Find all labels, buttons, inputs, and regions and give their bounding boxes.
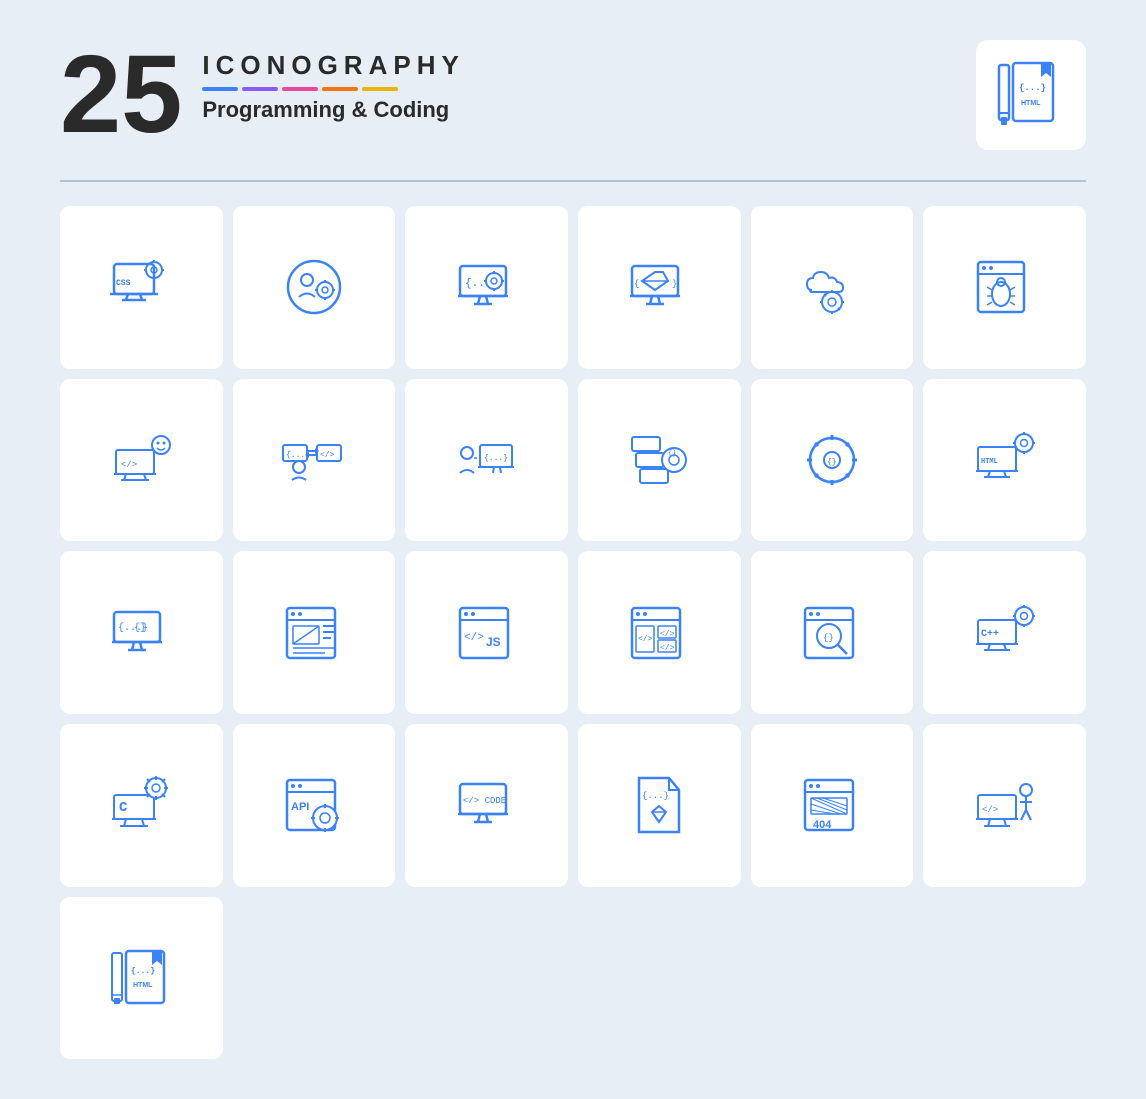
- iconography-label: ICONOGRAPHY: [202, 50, 464, 81]
- svg-text:{}: {}: [668, 450, 676, 458]
- svg-text:JS: JS: [486, 635, 501, 649]
- svg-text:}: }: [672, 279, 677, 289]
- svg-text:</>: </>: [464, 632, 484, 644]
- icon-code-share: {...} </>: [233, 379, 396, 542]
- color-bar-pink: [282, 87, 318, 91]
- svg-text:C: C: [119, 800, 128, 816]
- header-left: 25 ICONOGRAPHY Programming & Coding: [60, 40, 465, 150]
- color-bar-orange: [322, 87, 358, 91]
- icon-api-settings: API: [233, 724, 396, 887]
- svg-text:</>: </>: [660, 644, 675, 653]
- icon-code-layout: </> </> </>: [578, 551, 741, 714]
- svg-text:</> CODE: </> CODE: [463, 796, 506, 806]
- icon-search-code: {}: [751, 551, 914, 714]
- svg-text:{...}: {...}: [1019, 83, 1046, 93]
- icon-html-file: {...} HTML: [60, 897, 223, 1060]
- svg-text:{...}: {...}: [642, 791, 669, 801]
- icon-user-code-desk: </>: [923, 724, 1086, 887]
- svg-text:{}: {}: [134, 622, 146, 634]
- icon-bug-browser: [923, 206, 1086, 369]
- color-bar-blue: [202, 87, 238, 91]
- page-subtitle: Programming & Coding: [202, 97, 464, 123]
- svg-text:{: {: [634, 279, 639, 289]
- icon-diamond-file: {...}: [578, 724, 741, 887]
- icon-diamond-monitor: { }: [578, 206, 741, 369]
- svg-text:C++: C++: [981, 629, 999, 640]
- icon-parallel-settings: {}: [578, 379, 741, 542]
- color-bar-purple: [242, 87, 278, 91]
- color-bars: [202, 87, 464, 91]
- icon-remote-work: {...}: [405, 379, 568, 542]
- page-header: 25 ICONOGRAPHY Programming & Coding {...…: [60, 40, 1086, 150]
- svg-text:</>: </>: [121, 460, 137, 470]
- icon-html-settings: HTML: [923, 379, 1086, 542]
- icon-browser-design: [233, 551, 396, 714]
- svg-text:HTML: HTML: [133, 982, 153, 989]
- color-bar-yellow: [362, 87, 398, 91]
- icon-c-laptop: C: [60, 724, 223, 887]
- svg-text:</>: </>: [982, 805, 998, 815]
- icon-404-browser: 404: [751, 724, 914, 887]
- svg-text:404: 404: [813, 819, 832, 831]
- icon-css-settings: CSS: [60, 206, 223, 369]
- svg-text:CSS: CSS: [116, 279, 131, 288]
- title-block: ICONOGRAPHY Programming & Coding: [202, 40, 464, 123]
- html-file-icon-header: {...} HTML: [976, 40, 1086, 150]
- icon-js-browser: </> JS: [405, 551, 568, 714]
- svg-text:</>: </>: [320, 451, 335, 460]
- icon-code-display: </> CODE: [405, 724, 568, 887]
- icon-gear-code: {}: [751, 379, 914, 542]
- icon-cpp-settings: C++: [923, 551, 1086, 714]
- icon-monitor-settings: {...}: [405, 206, 568, 369]
- icon-cloud-settings: [751, 206, 914, 369]
- svg-text:</>: </>: [638, 635, 653, 644]
- svg-text:HTML: HTML: [981, 458, 998, 466]
- icon-code-monitor: {...} {}: [60, 551, 223, 714]
- svg-text:API: API: [291, 801, 309, 813]
- svg-text:{...}: {...}: [131, 967, 155, 976]
- icon-count: 25: [60, 40, 182, 150]
- svg-text:HTML: HTML: [1021, 100, 1041, 107]
- svg-text:</>: </>: [660, 630, 675, 639]
- svg-text:{}: {}: [823, 633, 834, 643]
- svg-text:{}: {}: [827, 458, 837, 467]
- icons-grid: CSS: [60, 206, 1086, 1059]
- svg-text:{...}: {...}: [484, 454, 508, 463]
- icon-developer-settings: [233, 206, 396, 369]
- icon-user-code: </>: [60, 379, 223, 542]
- header-divider: [60, 180, 1086, 182]
